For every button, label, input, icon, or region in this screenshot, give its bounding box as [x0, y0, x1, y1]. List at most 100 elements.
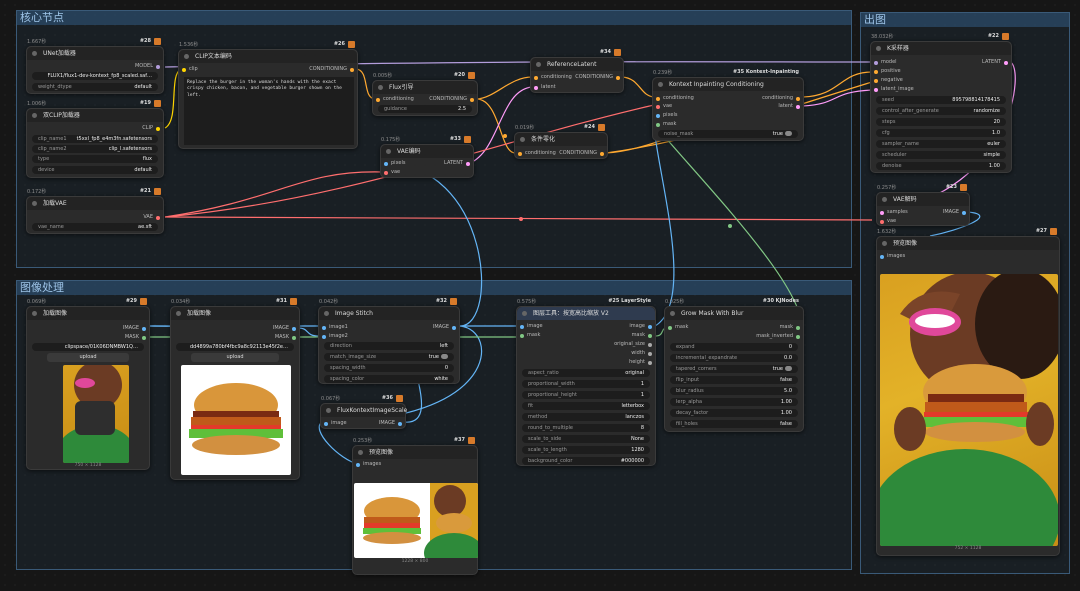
widget-control-after-generate[interactable]: control_after_generate randomize	[876, 107, 1006, 115]
widget-guidance[interactable]: guidance 2.5	[378, 105, 472, 113]
node-title[interactable]: Kontext Inpainting Conditioning	[653, 78, 803, 91]
widget-method[interactable]: method lanczos	[522, 413, 650, 421]
widget-background-color[interactable]: background_color #000000	[522, 457, 650, 465]
output-slot[interactable]	[796, 334, 800, 339]
widget-fill-holes[interactable]: fill_holes false	[670, 420, 798, 428]
node-title[interactable]: 预览图像	[353, 446, 477, 459]
node-reference-latent[interactable]: #34 ReferenceLatent conditioning CONDITIO…	[530, 49, 624, 93]
node-flux-guidance[interactable]: 0.005秒 #20 Flux引导 conditioning CONDITIONI…	[372, 72, 478, 116]
output-slot[interactable]	[962, 210, 966, 215]
upload-button[interactable]: upload	[191, 353, 279, 362]
group-title[interactable]: 核心节点	[17, 11, 851, 25]
input-slot[interactable]	[874, 69, 878, 74]
widget-blur-radius[interactable]: blur_radius 5.0	[670, 387, 798, 395]
output-slot[interactable]	[398, 421, 402, 426]
node-title[interactable]: 条件零化	[515, 133, 607, 146]
output-slot[interactable]	[452, 325, 456, 330]
output-slot[interactable]	[156, 64, 160, 69]
output-slot[interactable]	[648, 360, 652, 365]
widget-proportional-width[interactable]: proportional_width 1	[522, 380, 650, 388]
node-title[interactable]: 图层工具：按宽高比缩放 V2	[517, 307, 655, 320]
input-slot[interactable]	[520, 333, 524, 338]
node-unet-loader[interactable]: 1.667秒 #28 UNet加载器 MODEL FLUX1/flux1-dev…	[26, 38, 164, 94]
node-title[interactable]: 加载图像	[171, 307, 299, 320]
node-image-stitch[interactable]: 0.042秒 #32 Image Stitch image1 IMAGE imag…	[318, 298, 460, 384]
widget-spacing-color[interactable]: spacing_color white	[324, 375, 454, 383]
toggle-icon[interactable]	[785, 131, 792, 136]
output-slot[interactable]	[142, 335, 146, 340]
widget-spacing-width[interactable]: spacing_width 0	[324, 364, 454, 372]
node-vae-decode[interactable]: 0.257秒 #23 VAE解码 samples IMAGE vae	[876, 184, 970, 226]
widget-flip-input[interactable]: flip_input false	[670, 376, 798, 384]
input-slot[interactable]	[534, 75, 538, 80]
node-layerstyle-scale-by-aspect[interactable]: 0.575秒 #25 LayerStyle 图层工具：按宽高比缩放 V2 ima…	[516, 298, 656, 466]
input-slot[interactable]	[880, 210, 884, 215]
input-slot[interactable]	[874, 87, 878, 92]
widget-steps[interactable]: steps 20	[876, 118, 1006, 126]
node-load-image-1[interactable]: 0.069秒 #29 加载图像 IMAGE MASK clipspace/01K…	[26, 298, 150, 470]
output-slot[interactable]	[156, 215, 160, 220]
output-slot[interactable]	[600, 151, 604, 156]
output-slot[interactable]	[470, 97, 474, 102]
widget-clip-name1[interactable]: clip_name1 t5xxl_fp8_e4m3fn.safetensors	[32, 135, 158, 143]
widget-proportional-height[interactable]: proportional_height 1	[522, 391, 650, 399]
output-slot[interactable]	[648, 342, 652, 347]
widget-fit[interactable]: fit letterbox	[522, 402, 650, 410]
node-title[interactable]: K采样器	[871, 42, 1011, 55]
widget-unet-name[interactable]: FLUX1/flux1-dev-kontext_fp8_scaled.saf…	[32, 72, 158, 80]
widget-lerp-alpha[interactable]: lerp_alpha 1.00	[670, 398, 798, 406]
toggle-icon[interactable]	[441, 354, 448, 359]
output-slot[interactable]	[616, 75, 620, 80]
input-slot[interactable]	[656, 113, 660, 118]
widget-expand[interactable]: expand 0	[670, 343, 798, 351]
output-slot[interactable]	[648, 333, 652, 338]
group-title[interactable]: 图像处理	[17, 281, 851, 295]
widget-incremental-expandrate[interactable]: incremental_expandrate 0.0	[670, 354, 798, 362]
input-slot[interactable]	[384, 161, 388, 166]
output-slot[interactable]	[648, 351, 652, 356]
input-slot[interactable]	[520, 324, 524, 329]
widget-scale-to-length[interactable]: scale_to_length 1280	[522, 446, 650, 454]
node-clip-text-encode[interactable]: 1.536秒 #26 CLIP文本编码 clip CONDITIONING Rep…	[178, 41, 358, 149]
node-flux-kontext-image-scale[interactable]: 0.067秒 #36 FluxKontextImageScale image IM…	[320, 395, 407, 429]
group-title[interactable]: 出图	[861, 13, 1069, 27]
input-slot[interactable]	[874, 78, 878, 83]
widget-seed[interactable]: seed 895798814178415	[876, 96, 1006, 104]
prompt-textarea[interactable]: Replace the burger in the woman's hands …	[184, 77, 354, 145]
node-vae-encode[interactable]: 0.175秒 #33 VAE编码 pixels LATENT vae	[380, 136, 474, 178]
widget-image-file[interactable]: dd4899a780bf4fbc9a8c92113e45f2e…	[176, 343, 294, 351]
output-slot[interactable]	[796, 104, 800, 109]
node-title[interactable]: UNet加载器	[27, 47, 163, 60]
upload-button[interactable]: upload	[47, 353, 129, 362]
output-slot[interactable]	[156, 126, 160, 131]
widget-scale-to-side[interactable]: scale_to_side None	[522, 435, 650, 443]
widget-device[interactable]: device default	[32, 166, 158, 174]
node-title[interactable]: Image Stitch	[319, 307, 459, 320]
input-slot[interactable]	[324, 421, 328, 426]
widget-decay-factor[interactable]: decay_factor 1.00	[670, 409, 798, 417]
output-slot[interactable]	[1004, 60, 1008, 65]
node-title[interactable]: ReferenceLatent	[531, 58, 623, 71]
widget-aspect-ratio[interactable]: aspect_ratio original	[522, 369, 650, 377]
node-title[interactable]: 双CLIP加载器	[27, 109, 163, 122]
node-title[interactable]: Flux引导	[373, 81, 477, 94]
node-title[interactable]: 加载VAE	[27, 197, 163, 210]
widget-sampler-name[interactable]: sampler_name euler	[876, 140, 1006, 148]
input-slot[interactable]	[356, 462, 360, 467]
node-preview-stitched[interactable]: 0.253秒 #37 预览图像 images 1228 × 800	[352, 437, 478, 575]
node-title[interactable]: VAE编码	[381, 145, 473, 158]
node-title[interactable]: Grow Mask With Blur	[665, 307, 803, 320]
input-slot[interactable]	[534, 85, 538, 90]
input-slot[interactable]	[880, 254, 884, 259]
input-slot[interactable]	[656, 96, 660, 101]
node-kontext-inpainting-conditioning[interactable]: 0.239秒 #35 Kontext-Inpainting Kontext In…	[652, 69, 804, 141]
input-slot[interactable]	[668, 325, 672, 330]
node-preview-output[interactable]: 1.632秒 #27 预览图像 images 752 × 1128	[876, 228, 1060, 556]
widget-image-file[interactable]: clipspace/01K06DNMBW1Q…	[32, 343, 144, 351]
input-slot[interactable]	[874, 60, 878, 65]
output-slot[interactable]	[466, 161, 470, 166]
output-slot[interactable]	[292, 326, 296, 331]
node-conditioning-zero-out[interactable]: 0.019秒 #24 条件零化 conditioning CONDITIONING	[514, 124, 608, 159]
widget-scheduler[interactable]: scheduler simple	[876, 151, 1006, 159]
input-slot[interactable]	[376, 97, 380, 102]
